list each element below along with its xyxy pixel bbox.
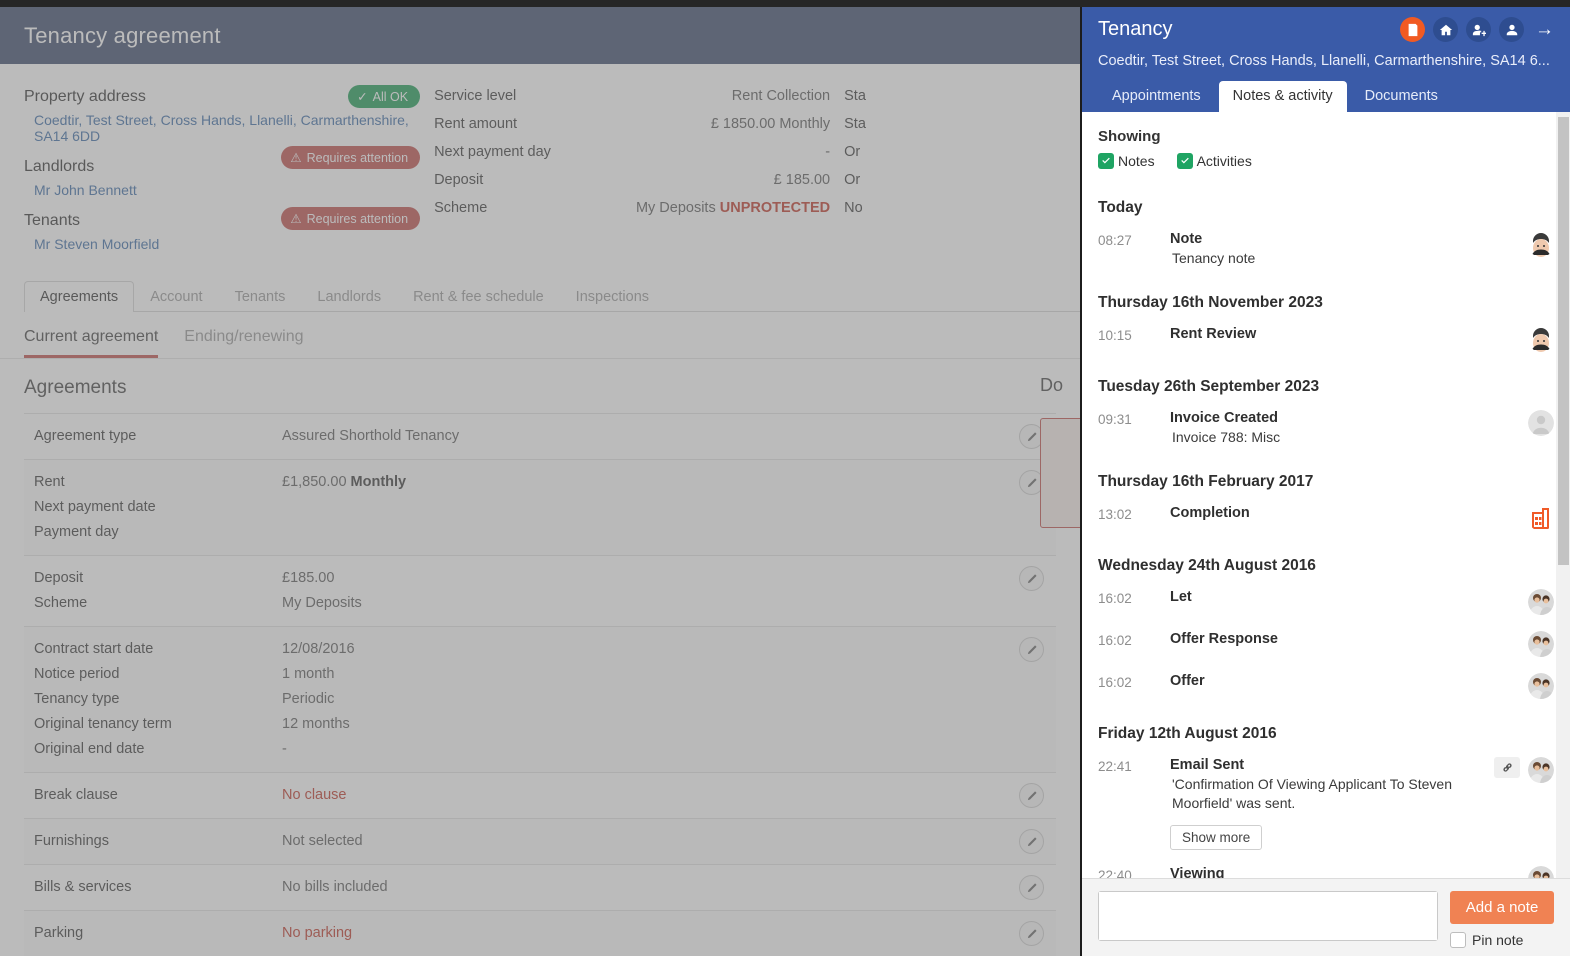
day-group: Tuesday 26th September 2023 09:31 Invoic… bbox=[1098, 368, 1554, 463]
event-description: Tenancy note bbox=[1172, 250, 1256, 266]
event-title: Rent Review bbox=[1170, 326, 1257, 342]
event-title: Email Sent bbox=[1170, 757, 1245, 773]
event-title: Invoice Created bbox=[1170, 410, 1278, 426]
event-time: 16:02 bbox=[1098, 633, 1132, 648]
day-group: Thursday 16th November 2023 10:15 Rent R… bbox=[1098, 284, 1554, 368]
person-icon[interactable] bbox=[1499, 17, 1524, 42]
note-input-wrapper[interactable] bbox=[1098, 891, 1438, 941]
timeline-event[interactable]: 08:27 Note Tenancy note bbox=[1098, 227, 1554, 280]
timeline-event[interactable]: 22:41 Email Sent 'Confirmation Of Viewin… bbox=[1098, 753, 1554, 862]
event-time: 08:27 bbox=[1098, 233, 1132, 248]
event-time: 13:02 bbox=[1098, 507, 1132, 522]
panel-body: Showing Notes Activities Today 08:27 Not… bbox=[1082, 112, 1570, 878]
event-title: Let bbox=[1170, 589, 1192, 605]
avatar bbox=[1528, 673, 1554, 699]
link-icon[interactable] bbox=[1494, 757, 1520, 778]
document-icon[interactable] bbox=[1400, 17, 1425, 42]
event-title: Completion bbox=[1170, 505, 1250, 521]
pin-note-label: Pin note bbox=[1472, 932, 1524, 948]
event-description: Invoice 788: Misc bbox=[1172, 429, 1281, 445]
checkbox-unchecked-icon bbox=[1450, 932, 1466, 948]
event-time: 09:31 bbox=[1098, 412, 1132, 427]
event-time: 22:40 bbox=[1098, 868, 1132, 878]
panel-title: Tenancy bbox=[1098, 18, 1173, 40]
event-time: 10:15 bbox=[1098, 328, 1132, 343]
building-icon bbox=[1528, 505, 1554, 531]
day-group: Thursday 16th February 2017 13:02 Comple… bbox=[1098, 463, 1554, 547]
avatar bbox=[1528, 866, 1554, 878]
tab-documents[interactable]: Documents bbox=[1351, 81, 1452, 112]
event-time: 22:41 bbox=[1098, 759, 1132, 774]
timeline-event[interactable]: 13:02 Completion bbox=[1098, 501, 1554, 543]
day-group: Wednesday 24th August 2016 16:02 Let 16:… bbox=[1098, 547, 1554, 715]
event-time: 16:02 bbox=[1098, 675, 1132, 690]
day-heading: Wednesday 24th August 2016 bbox=[1098, 557, 1316, 574]
modal-overlay-scrim[interactable] bbox=[0, 7, 1080, 956]
arrow-right-icon[interactable]: → bbox=[1532, 20, 1554, 39]
day-group: Today 08:27 Note Tenancy note bbox=[1098, 189, 1554, 284]
avatar bbox=[1528, 231, 1554, 257]
panel-subtitle: Coedtir, Test Street, Cross Hands, Llane… bbox=[1098, 53, 1550, 69]
panel-tabs: Appointments Notes & activity Documents bbox=[1098, 81, 1554, 112]
checkbox-checked-icon bbox=[1098, 153, 1114, 169]
day-heading: Thursday 16th November 2023 bbox=[1098, 294, 1323, 311]
checkbox-checked-icon bbox=[1176, 153, 1193, 169]
event-title: Note bbox=[1170, 231, 1203, 247]
tab-appointments[interactable]: Appointments bbox=[1098, 81, 1215, 112]
event-time: 16:02 bbox=[1098, 591, 1132, 606]
note-input[interactable] bbox=[1099, 892, 1437, 940]
filter-activities[interactable]: Activities bbox=[1176, 153, 1252, 169]
pin-note-toggle[interactable]: Pin note bbox=[1450, 924, 1554, 948]
timeline-event[interactable]: 16:02 Let bbox=[1098, 585, 1554, 627]
filter-label: Activities bbox=[1196, 153, 1252, 169]
timeline-event[interactable]: 09:31 Invoice Created Invoice 788: Misc bbox=[1098, 406, 1554, 459]
day-heading: Today bbox=[1098, 199, 1143, 216]
add-note-bar: Add a note Pin note bbox=[1082, 878, 1570, 956]
event-description: 'Confirmation Of Viewing Applicant To St… bbox=[1172, 776, 1452, 811]
tab-notes-activity[interactable]: Notes & activity bbox=[1218, 81, 1347, 112]
event-title: Offer bbox=[1170, 673, 1205, 689]
day-heading: Tuesday 26th September 2023 bbox=[1098, 378, 1320, 395]
panel-scrollbar-thumb[interactable] bbox=[1558, 117, 1569, 565]
top-strip bbox=[0, 0, 1570, 7]
panel-scrollbar-track[interactable] bbox=[1556, 112, 1570, 878]
timeline-event[interactable]: 22:40 Viewing bbox=[1098, 862, 1554, 878]
tenancy-side-panel: Tenancy → Coedtir, Test Street, Cross Ha… bbox=[1080, 7, 1570, 956]
home-icon[interactable] bbox=[1433, 17, 1458, 42]
timeline-event[interactable]: 10:15 Rent Review bbox=[1098, 322, 1554, 364]
showing-filters: Notes Activities bbox=[1098, 145, 1554, 189]
event-title: Offer Response bbox=[1170, 631, 1278, 647]
add-a-note-button[interactable]: Add a note bbox=[1450, 891, 1554, 924]
timeline-event[interactable]: 16:02 Offer Response bbox=[1098, 627, 1554, 669]
filter-notes[interactable]: Notes bbox=[1098, 153, 1155, 169]
add-person-icon[interactable] bbox=[1466, 17, 1491, 42]
avatar-placeholder bbox=[1528, 410, 1554, 436]
avatar bbox=[1528, 757, 1554, 783]
filter-label: Notes bbox=[1118, 153, 1155, 169]
panel-header: Tenancy → Coedtir, Test Street, Cross Ha… bbox=[1082, 7, 1570, 112]
avatar bbox=[1528, 631, 1554, 657]
avatar bbox=[1528, 589, 1554, 615]
day-heading: Friday 12th August 2016 bbox=[1098, 725, 1277, 742]
show-more-button[interactable]: Show more bbox=[1170, 825, 1263, 850]
showing-label: Showing bbox=[1098, 128, 1161, 145]
panel-header-actions: → bbox=[1400, 17, 1554, 42]
day-group: Friday 12th August 2016 22:41 Email Sent… bbox=[1098, 715, 1554, 878]
day-heading: Thursday 16th February 2017 bbox=[1098, 473, 1314, 490]
avatar bbox=[1528, 326, 1554, 352]
event-title: Viewing bbox=[1170, 866, 1225, 878]
timeline-event[interactable]: 16:02 Offer bbox=[1098, 669, 1554, 711]
